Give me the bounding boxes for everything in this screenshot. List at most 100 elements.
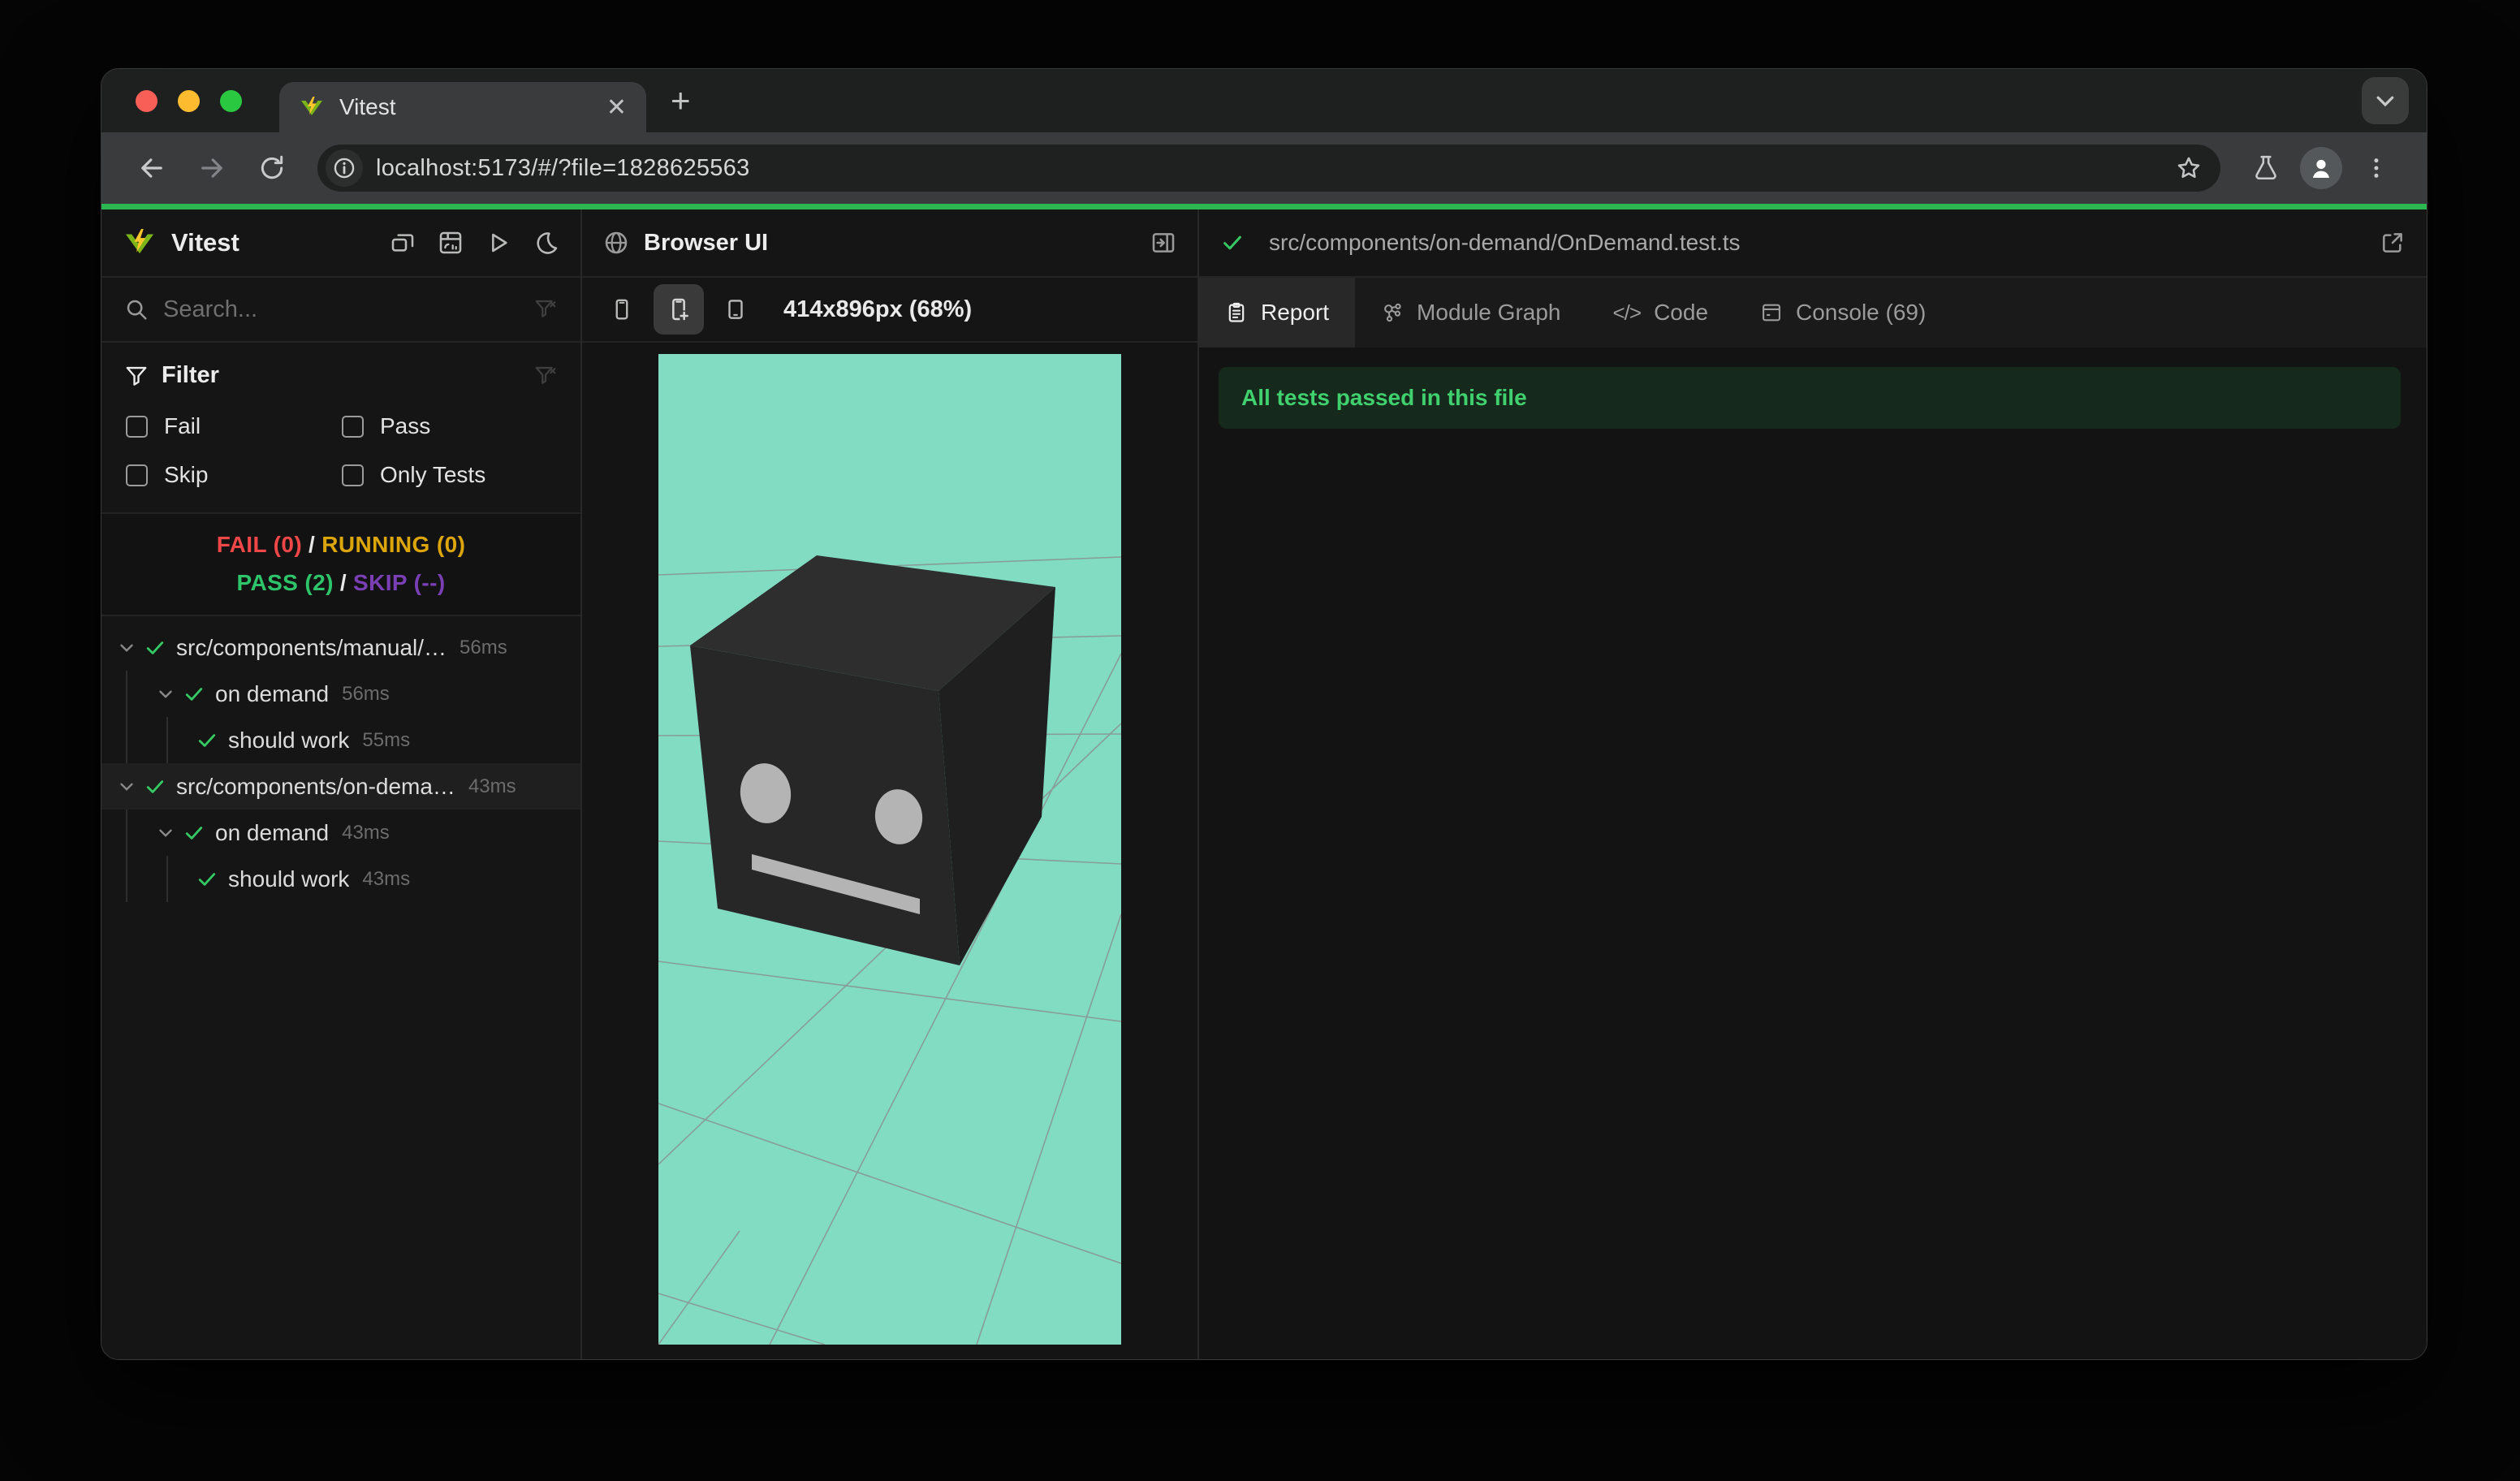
filter-checkbox-skip[interactable]: Skip	[126, 462, 342, 488]
vitest-ui: Vitest Search... Filter Fail Pass Skip O…	[101, 209, 2427, 1359]
collapse-panels-icon[interactable]	[390, 230, 416, 256]
filter-checkbox-pass[interactable]: Pass	[342, 413, 558, 439]
close-window-button[interactable]	[136, 89, 158, 112]
clipboard-icon	[1225, 301, 1248, 324]
panel-title: Browser UI	[644, 229, 769, 256]
device-phone-plus-button[interactable]	[654, 284, 704, 335]
file-header: src/components/on-demand/OnDemand.test.t…	[1199, 209, 2427, 278]
chevron-down-icon[interactable]	[116, 637, 137, 658]
back-button[interactable]	[126, 142, 178, 194]
browser-ui-panel: Browser UI 414x896px (68%)	[582, 209, 1199, 1359]
url-bar[interactable]: localhost:5173/#/?file=1828625563	[317, 145, 2220, 192]
sidebar: Vitest Search... Filter Fail Pass Skip O…	[101, 209, 582, 1359]
summary-line-1: FAIL (0) / RUNNING (0)	[216, 532, 466, 557]
filter-panel: Filter Fail Pass Skip Only Tests	[101, 343, 580, 512]
chevron-down-icon[interactable]	[155, 684, 176, 705]
test-summary: FAIL (0) / RUNNING (0) PASS (2) / SKIP (--)	[101, 512, 580, 616]
all-tests-passed-banner: All tests passed in this file	[1219, 367, 2401, 429]
pass-check-icon	[196, 729, 218, 752]
bookmark-star-icon[interactable]	[2175, 154, 2203, 182]
dashboard-report-icon[interactable]	[438, 230, 464, 256]
search-icon	[124, 297, 149, 322]
open-in-panel-icon[interactable]	[1150, 230, 1176, 256]
chevron-down-icon[interactable]	[116, 776, 137, 797]
filter-checkbox-fail[interactable]: Fail	[126, 413, 342, 439]
clear-filter-icon[interactable]	[533, 297, 558, 322]
site-info-icon[interactable]	[326, 149, 363, 187]
run-all-tests-icon[interactable]	[485, 230, 511, 256]
test-file-row-selected[interactable]: src/components/on-dema… 43ms	[101, 763, 580, 810]
test-suite-row[interactable]: on demand 43ms	[101, 810, 580, 856]
pass-check-icon	[1220, 231, 1245, 255]
viewport-size-label[interactable]: 414x896px (68%)	[783, 296, 972, 323]
chevron-down-icon[interactable]	[155, 823, 176, 844]
back-arrow-icon	[141, 158, 162, 178]
tab-close-icon[interactable]: ✕	[606, 93, 627, 122]
checkbox[interactable]	[126, 464, 148, 486]
traffic-lights	[136, 89, 242, 112]
test-progress-bar	[101, 204, 2427, 209]
report-content: All tests passed in this file	[1199, 348, 2427, 1359]
chevron-down-icon	[2376, 96, 2394, 107]
tab-module-graph[interactable]: Module Graph	[1355, 278, 1586, 348]
globe-icon	[603, 230, 629, 256]
tab-report[interactable]: Report	[1199, 278, 1356, 348]
sidebar-header: Vitest	[101, 209, 580, 278]
search-bar	[101, 278, 580, 343]
open-external-icon[interactable]	[2380, 230, 2406, 256]
experiments-flask-icon[interactable]	[2240, 142, 2292, 194]
zoom-window-button[interactable]	[220, 89, 242, 112]
tab-console[interactable]: Console (69)	[1734, 278, 1952, 348]
filter-title: Filter	[162, 362, 219, 388]
checkbox[interactable]	[126, 415, 148, 438]
module-graph-icon	[1381, 301, 1404, 324]
browser-toolbar: localhost:5173/#/?file=1828625563	[101, 132, 2427, 204]
tab-search-button[interactable]	[2362, 77, 2409, 124]
test-case-row[interactable]: should work 43ms	[101, 856, 580, 902]
browser-ui-header: Browser UI	[582, 209, 1197, 278]
pass-check-icon	[144, 775, 166, 798]
forward-button[interactable]	[186, 142, 238, 194]
test-suite-row[interactable]: on demand 56ms	[101, 671, 580, 717]
pass-check-icon	[183, 822, 205, 844]
checkbox[interactable]	[342, 464, 364, 486]
checkbox[interactable]	[342, 415, 364, 438]
pass-check-icon	[183, 683, 205, 706]
test-file-row[interactable]: src/components/manual/… 56ms	[101, 624, 580, 671]
tab-code[interactable]: </> Code	[1586, 278, 1734, 348]
clear-filter-icon[interactable]	[533, 364, 558, 388]
summary-line-2: PASS (2) / SKIP (--)	[236, 570, 446, 595]
browser-tab-strip: Vitest ✕ +	[101, 69, 2427, 132]
report-tab-bar: Report Module Graph </> Code Console (69…	[1199, 278, 2427, 348]
reload-button[interactable]	[246, 142, 298, 194]
test-tree: src/components/manual/… 56ms on demand 5…	[101, 616, 580, 1359]
minimize-window-button[interactable]	[178, 89, 200, 112]
forward-arrow-icon	[201, 158, 222, 178]
browser-preview-canvas[interactable]	[658, 354, 1121, 1345]
browser-tab[interactable]: Vitest ✕	[279, 82, 646, 132]
browser-menu-kebab-icon[interactable]	[2350, 142, 2402, 194]
search-input[interactable]	[163, 296, 519, 323]
url-text[interactable]: localhost:5173/#/?file=1828625563	[376, 155, 2162, 182]
file-path: src/components/on-demand/OnDemand.test.t…	[1269, 230, 1741, 255]
profile-avatar[interactable]	[2300, 147, 2342, 189]
browser-window: Vitest ✕ + localhost:5173/#/?file=182862…	[101, 68, 2427, 1360]
test-case-row[interactable]: should work 55ms	[101, 717, 580, 763]
skip-count: SKIP (--)	[353, 570, 446, 595]
app-title: Vitest	[171, 228, 239, 257]
device-toolbar: 414x896px (68%)	[582, 278, 1197, 343]
dark-mode-moon-icon[interactable]	[533, 230, 559, 256]
device-tablet-button[interactable]	[710, 284, 761, 335]
filter-checkbox-only-tests[interactable]: Only Tests	[342, 462, 558, 488]
vitest-favicon-icon	[299, 94, 325, 120]
funnel-icon	[124, 364, 149, 388]
new-tab-button[interactable]: +	[671, 81, 691, 120]
console-icon	[1760, 301, 1783, 324]
running-count: RUNNING (0)	[321, 532, 466, 557]
pass-check-icon	[196, 868, 218, 891]
vitest-logo-icon	[123, 226, 157, 260]
device-phone-small-button[interactable]	[597, 284, 647, 335]
reload-icon	[261, 155, 283, 179]
pass-check-icon	[144, 637, 166, 659]
pass-count: PASS (2)	[236, 570, 334, 595]
